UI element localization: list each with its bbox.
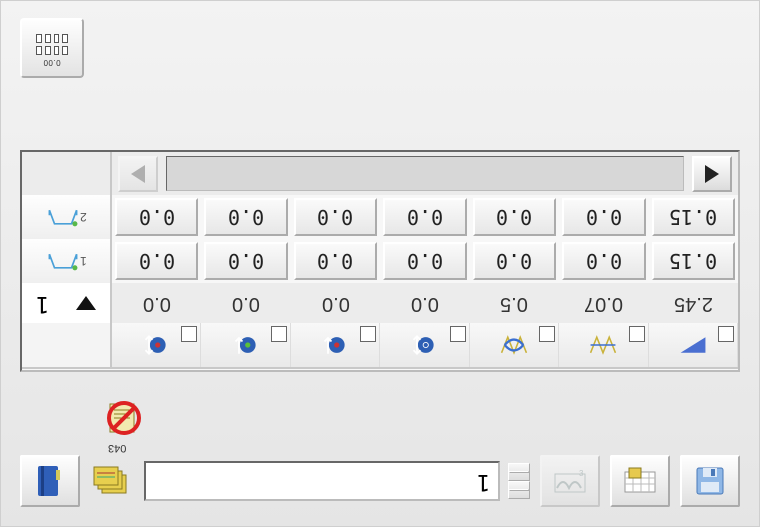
pattern-stack-icon (92, 461, 132, 501)
edit-pattern-button[interactable]: 3 (540, 455, 600, 507)
pattern-name-field[interactable]: 1 (144, 461, 500, 501)
cell[interactable]: 0.0 (201, 283, 290, 323)
cell[interactable]: 0.5 (470, 283, 559, 323)
cell[interactable]: 0.0 (562, 242, 645, 280)
open-library-button[interactable] (20, 455, 80, 507)
cell[interactable]: 0.0 (294, 242, 377, 280)
cell[interactable]: 0.0 (115, 198, 198, 236)
cell[interactable]: 0.0 (115, 242, 198, 280)
step-down-button[interactable] (508, 481, 530, 499)
cell[interactable]: 0.0 (473, 242, 556, 280)
arrow-right-icon (705, 165, 719, 183)
wedge-icon (679, 331, 707, 359)
cell[interactable]: 0.0 (204, 198, 287, 236)
svg-text:3: 3 (579, 469, 584, 478)
scroll-right-button[interactable] (692, 156, 732, 192)
cell[interactable]: 0.15 (652, 198, 735, 236)
chevron-down-icon (509, 489, 529, 491)
table-row: 2 0.0 0.0 0.0 0.0 0.0 0.0 0.15 (22, 195, 738, 239)
step-up-button[interactable] (508, 463, 530, 481)
chevron-up-icon (509, 471, 529, 473)
param-g-header[interactable] (649, 323, 738, 367)
parameter-table: 2 0.0 0.0 0.0 0.0 0.0 0.0 0.15 1 0.0 0.0… (20, 150, 740, 372)
param-d-header[interactable] (380, 323, 469, 367)
cell[interactable]: 0.15 (652, 242, 735, 280)
checkbox-icon (271, 326, 287, 342)
scroll-track[interactable] (166, 156, 684, 191)
cell[interactable]: 0.0 (112, 283, 201, 323)
param-c-header[interactable] (291, 323, 380, 367)
checkbox-icon (539, 326, 555, 342)
pattern-stack-button[interactable] (90, 457, 134, 505)
book-icon (34, 464, 66, 498)
param-header-row (22, 323, 738, 369)
param-b-header[interactable] (201, 323, 290, 367)
pattern-stepper[interactable] (508, 463, 530, 499)
bottom-toolbar: 1 3 (20, 455, 740, 507)
table-scrollbar (22, 152, 738, 195)
param-e-header[interactable] (470, 323, 559, 367)
cell[interactable]: 0.07 (559, 283, 648, 323)
save-button[interactable] (680, 455, 740, 507)
gear-arrow-icon (321, 331, 349, 359)
active-row: 1 0.0 0.0 0.0 0.0 0.5 0.07 2.45 (22, 283, 738, 323)
cell[interactable]: 0.0 (473, 198, 556, 236)
carrier-icon (46, 206, 80, 228)
checkbox-icon (629, 326, 645, 342)
display-mode-button[interactable]: 0.00 (20, 18, 84, 78)
pattern-grid-button[interactable] (610, 455, 670, 507)
arrow-left-icon (131, 165, 145, 183)
wave-icon (589, 331, 617, 359)
checkbox-icon (360, 326, 376, 342)
floppy-icon (694, 465, 726, 497)
param-a-header[interactable] (112, 323, 201, 367)
pattern-grid-icon (623, 466, 657, 496)
row-header-1[interactable]: 1 (22, 239, 112, 283)
program-disabled-icon (104, 398, 144, 438)
pattern-name-value: 1 (477, 469, 490, 494)
display-mode-label: 0.00 (43, 58, 61, 67)
gear-arrow-icon (142, 331, 170, 359)
row-header-2[interactable]: 2 (22, 195, 112, 239)
cell[interactable]: 0.0 (294, 198, 377, 236)
gear-arrow-icon (410, 331, 438, 359)
pattern-index-label: 043 (108, 442, 126, 454)
scroll-left-button[interactable] (118, 156, 158, 192)
cell[interactable]: 0.0 (562, 198, 645, 236)
cell[interactable]: 0.0 (204, 242, 287, 280)
table-row: 1 0.0 0.0 0.0 0.0 0.0 0.0 0.15 (22, 239, 738, 283)
checkbox-icon (450, 326, 466, 342)
cell[interactable]: 0.0 (380, 283, 469, 323)
stitch-edit-icon: 3 (553, 466, 587, 496)
param-f-header[interactable] (559, 323, 648, 367)
checkbox-icon (718, 326, 734, 342)
carrier-icon (46, 250, 80, 272)
cell[interactable]: 2.45 (649, 283, 738, 323)
arrow-up-icon (76, 296, 96, 310)
checkbox-icon (181, 326, 197, 342)
wave-swap-icon (500, 331, 528, 359)
gear-arrow-icon (232, 331, 260, 359)
cell[interactable]: 0.0 (383, 198, 466, 236)
cursor-index: 1 (36, 291, 49, 316)
grid-icon: 0.00 (36, 34, 68, 62)
cell[interactable]: 0.0 (291, 283, 380, 323)
cell[interactable]: 0.0 (383, 242, 466, 280)
